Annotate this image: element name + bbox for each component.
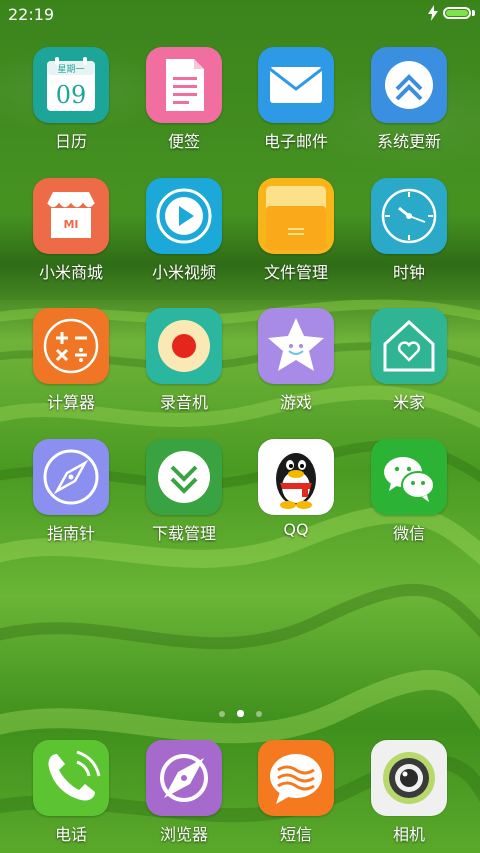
app-video-play[interactable]: 小米视频 [129, 178, 239, 283]
calendar-icon[interactable]: 星期一 09 [33, 47, 109, 123]
calendar-day: 09 [56, 81, 87, 109]
app-label: 时钟 [392, 263, 425, 282]
compass-icon[interactable] [33, 439, 109, 515]
app-label: 小米视频 [151, 263, 216, 282]
dock-app-camera[interactable]: 相机 [354, 740, 464, 845]
app-folder[interactable]: 文件管理 [241, 178, 351, 283]
app-label: 短信 [279, 825, 312, 844]
phone-icon[interactable] [33, 740, 109, 816]
app-label: 游戏 [279, 393, 312, 412]
app-label: 系统更新 [376, 132, 441, 151]
folder-icon[interactable] [258, 178, 334, 254]
app-label: 浏览器 [159, 825, 208, 844]
camera-icon[interactable] [371, 740, 447, 816]
app-compass[interactable]: 指南针 [16, 439, 126, 544]
app-qq-penguin[interactable]: QQ [241, 439, 351, 539]
app-label: QQ [283, 520, 309, 539]
app-wechat[interactable]: 微信 [354, 439, 464, 544]
messages-icon[interactable] [258, 740, 334, 816]
page-dot[interactable] [255, 711, 262, 717]
status-time: 22:19 [8, 5, 55, 24]
app-label: 便签 [167, 132, 200, 151]
browser-icon[interactable] [146, 740, 222, 816]
app-clock[interactable]: 时钟 [354, 178, 464, 283]
app-mi-store[interactable]: MI 小米商城 [16, 178, 126, 283]
app-calendar[interactable]: 星期一 09 日历 [16, 47, 126, 152]
dock-app-browser[interactable]: 浏览器 [129, 740, 239, 845]
page-dot[interactable] [236, 710, 244, 717]
app-label: 日历 [54, 132, 87, 151]
dock-app-messages[interactable]: 短信 [241, 740, 351, 845]
app-label: 小米商城 [38, 263, 103, 282]
clock-icon[interactable] [371, 178, 447, 254]
calendar-weekday: 星期一 [57, 64, 84, 75]
app-label: 电子邮件 [263, 132, 328, 151]
calculator-icon[interactable] [33, 308, 109, 384]
app-label: 文件管理 [263, 263, 328, 282]
status-bar: 22:19 [0, 0, 480, 28]
video-play-icon[interactable] [146, 178, 222, 254]
app-recorder[interactable]: 录音机 [129, 308, 239, 413]
app-label: 相机 [392, 825, 425, 844]
dock-app-phone[interactable]: 电话 [16, 740, 126, 845]
page-dot[interactable] [218, 711, 225, 717]
app-calculator[interactable]: 计算器 [16, 308, 126, 413]
app-game-star[interactable]: 游戏 [241, 308, 351, 413]
mijia-home-icon[interactable] [371, 308, 447, 384]
app-label: 米家 [392, 393, 425, 412]
app-label: 录音机 [159, 393, 208, 412]
notes-icon[interactable] [146, 47, 222, 123]
app-label: 下载管理 [151, 524, 216, 543]
app-system-update[interactable]: 系统更新 [354, 47, 464, 152]
wechat-icon[interactable] [371, 439, 447, 515]
system-update-icon[interactable] [371, 47, 447, 123]
charging-icon [428, 5, 438, 21]
app-label: 微信 [392, 524, 425, 543]
page-indicator[interactable] [0, 702, 480, 721]
app-mijia-home[interactable]: 米家 [354, 308, 464, 413]
app-label: 计算器 [46, 393, 95, 412]
app-email[interactable]: 电子邮件 [241, 47, 351, 152]
battery-icon [443, 7, 471, 19]
download-icon[interactable] [146, 439, 222, 515]
app-label: 电话 [54, 825, 87, 844]
mi-badge: MI [63, 218, 78, 231]
game-star-icon[interactable] [258, 308, 334, 384]
app-label: 指南针 [46, 524, 95, 543]
app-notes[interactable]: 便签 [129, 47, 239, 152]
recorder-icon[interactable] [146, 308, 222, 384]
mi-store-icon[interactable]: MI [33, 178, 109, 254]
qq-penguin-icon[interactable] [258, 439, 334, 515]
app-download[interactable]: 下载管理 [129, 439, 239, 544]
email-icon[interactable] [258, 47, 334, 123]
